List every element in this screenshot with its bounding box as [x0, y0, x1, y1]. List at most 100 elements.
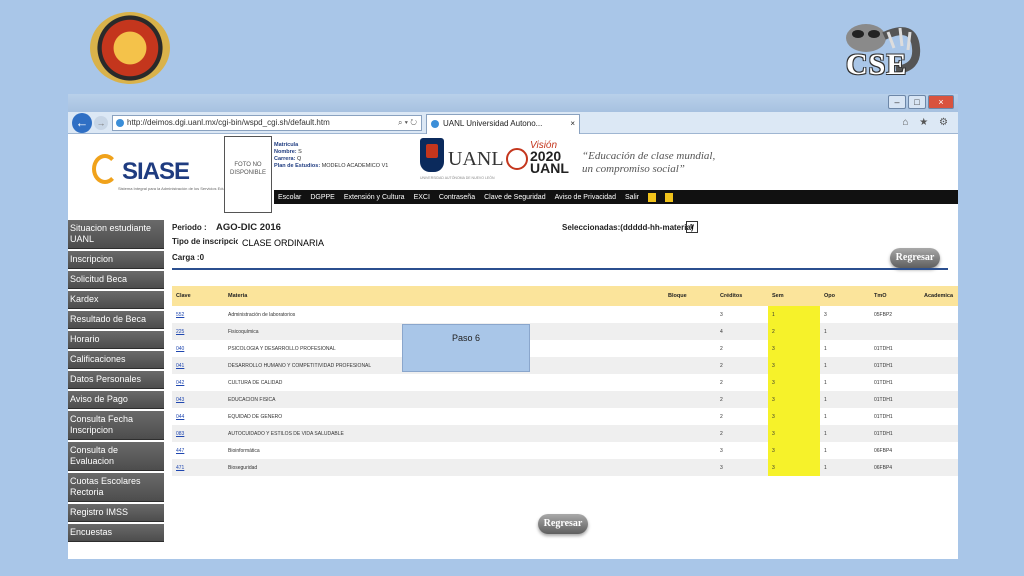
- siase-logo-subtitle: Sistema Integral para la Administración …: [118, 186, 238, 191]
- regresar-button-top[interactable]: Regresar: [890, 248, 940, 268]
- siase-s-icon: [92, 154, 118, 184]
- sidebar-item-calificaciones[interactable]: Calificaciones: [68, 351, 164, 369]
- tipo-inscripcion-label: Tipo de inscripcion: [172, 237, 238, 246]
- ie-icon: [116, 119, 124, 127]
- student-photo-placeholder: FOTO NO DISPONIBLE: [224, 136, 272, 213]
- sem-cell: 3: [768, 408, 820, 425]
- academica-cell: [920, 306, 958, 323]
- siase-logo: SIASE Sistema Integral para la Administr…: [92, 152, 237, 192]
- creditos-cell: 3: [716, 442, 768, 459]
- academica-cell: [920, 374, 958, 391]
- periodo-value: AGO-DIC 2016: [216, 222, 281, 233]
- clave-link[interactable]: 043: [172, 391, 224, 408]
- clave-link[interactable]: 552: [172, 306, 224, 323]
- address-bar[interactable]: http://deimos.dgi.uanl.mx/cgi-bin/wspd_c…: [112, 115, 422, 131]
- creditos-cell: 4: [716, 323, 768, 340]
- sidebar-item-horario[interactable]: Horario: [68, 331, 164, 349]
- sidebar-item-situacion-estudiante[interactable]: Situacion estudiante UANL: [68, 220, 164, 249]
- tab-close-icon[interactable]: ×: [570, 115, 575, 133]
- clave-link[interactable]: 447: [172, 442, 224, 459]
- menu-aviso-privacidad[interactable]: Aviso de Privacidad: [555, 194, 616, 201]
- creditos-cell: 2: [716, 374, 768, 391]
- sidebar-item-cuotas-escolares[interactable]: Cuotas Escolares Rectoria: [68, 473, 164, 502]
- clave-link[interactable]: 471: [172, 459, 224, 476]
- sidebar-item-registro-imss[interactable]: Registro IMSS: [68, 504, 164, 522]
- tab-ie-icon: [431, 120, 439, 128]
- materia-cell: Bioinformática: [224, 442, 664, 459]
- opo-cell: 1: [820, 357, 870, 374]
- maximize-button[interactable]: □: [908, 95, 926, 109]
- sem-cell: 3: [768, 374, 820, 391]
- tipo-inscripcion-value: CLASE ORDINARIA: [242, 238, 325, 248]
- table-row: 043 EDUCACION FISICA 2 3 1 01TDH1: [172, 391, 958, 408]
- sidebar-item-kardex[interactable]: Kardex: [68, 291, 164, 309]
- opo-cell: 1: [820, 391, 870, 408]
- clave-link[interactable]: 044: [172, 408, 224, 425]
- col-header-materia: Materia: [224, 286, 664, 306]
- sidebar-item-aviso-pago[interactable]: Aviso de Pago: [68, 391, 164, 409]
- sem-cell: 3: [768, 357, 820, 374]
- plan-label: Plan de Estudios:: [274, 163, 321, 169]
- materias-table: Clave Materia Bloque Créditos Sem Opo Tm…: [172, 286, 958, 476]
- menu-escolar[interactable]: Escolar: [278, 194, 301, 201]
- nombre-value: S: [298, 149, 302, 155]
- clave-link[interactable]: 040: [172, 340, 224, 357]
- menu-dgppe[interactable]: DGPPE: [310, 194, 335, 201]
- tmo-cell: 01TDH1: [870, 391, 920, 408]
- clave-link[interactable]: 225: [172, 323, 224, 340]
- address-url: http://deimos.dgi.uanl.mx/cgi-bin/wspd_c…: [127, 118, 330, 127]
- opo-cell: 1: [820, 425, 870, 442]
- browser-toolbar-icons[interactable]: ⌂ ★ ⚙: [902, 117, 952, 128]
- col-header-bloque: Bloque: [664, 286, 716, 306]
- menu-extension-cultura[interactable]: Extensión y Cultura: [344, 194, 405, 201]
- minimize-button[interactable]: –: [888, 95, 906, 109]
- opo-cell: 1: [820, 374, 870, 391]
- menu-exci[interactable]: EXCI: [414, 194, 430, 201]
- student-info: Matrícula Nombre: S Carrera: Q Plan de E…: [274, 142, 404, 176]
- col-header-opo: Opo: [820, 286, 870, 306]
- clave-link[interactable]: 041: [172, 357, 224, 374]
- university-crest-logo: [90, 12, 170, 84]
- creditos-cell: 3: [716, 306, 768, 323]
- vision-2020-logo: Visión 2020 UANL: [506, 140, 576, 184]
- main-content: Periodo : AGO-DIC 2016 Tipo de inscripci…: [172, 220, 958, 559]
- clave-link[interactable]: 042: [172, 374, 224, 391]
- address-tools-icon[interactable]: ⌕ ▾ ↻: [398, 116, 417, 130]
- menu-clave-seguridad[interactable]: Clave de Seguridad: [484, 194, 546, 201]
- menu-salir[interactable]: Salir: [625, 194, 639, 201]
- uanl-logo: UANL UNIVERSIDAD AUTÓNOMA DE NUEVO LEÓN: [420, 138, 504, 182]
- table-row: 083 AUTOCUIDADO Y ESTILOS DE VIDA SALUDA…: [172, 425, 958, 442]
- sidebar-item-datos-personales[interactable]: Datos Personales: [68, 371, 164, 389]
- col-header-academica: Academica: [920, 286, 958, 306]
- table-row: 041 DESARROLLO HUMANO Y COMPETITIVIDAD P…: [172, 357, 958, 374]
- clave-link[interactable]: 083: [172, 425, 224, 442]
- periodo-label: Periodo :: [172, 223, 207, 232]
- sidebar-item-resultado-beca[interactable]: Resultado de Beca: [68, 311, 164, 329]
- browser-navbar: ← → http://deimos.dgi.uanl.mx/cgi-bin/ws…: [68, 112, 958, 134]
- menu-contrasena[interactable]: Contraseña: [439, 194, 475, 201]
- academica-cell: [920, 357, 958, 374]
- back-arrow-icon[interactable]: ←: [72, 113, 92, 133]
- cse-logo-text: CSE: [846, 48, 908, 81]
- tmo-cell: 05FBP2: [870, 306, 920, 323]
- close-window-button[interactable]: ×: [928, 95, 954, 109]
- col-header-clave: Clave: [172, 286, 224, 306]
- sidebar-item-inscripcion[interactable]: Inscripcion: [68, 251, 164, 269]
- academica-cell: [920, 340, 958, 357]
- sidebar-item-encuestas[interactable]: Encuestas: [68, 524, 164, 542]
- academica-cell: [920, 323, 958, 340]
- browser-tab[interactable]: UANL Universidad Autono... ×: [426, 114, 580, 134]
- table-row: 042 CULTURA DE CALIDAD 2 3 1 01TDH1: [172, 374, 958, 391]
- divider-line: [172, 268, 948, 270]
- forward-arrow-icon[interactable]: →: [94, 116, 108, 130]
- menu-yellow-icon-2[interactable]: [664, 192, 673, 202]
- sidebar-item-consulta-fecha-inscripcion[interactable]: Consulta Fecha Inscripcion: [68, 411, 164, 440]
- materia-cell: AUTOCUIDADO Y ESTILOS DE VIDA SALUDABLE: [224, 425, 664, 442]
- bloque-cell: [664, 357, 716, 374]
- sidebar-item-solicitud-beca[interactable]: Solicitud Beca: [68, 271, 164, 289]
- sidebar-item-consulta-evaluacion[interactable]: Consulta de Evaluacion: [68, 442, 164, 471]
- seleccionadas-dropdown[interactable]: ∨: [686, 221, 698, 233]
- menu-yellow-icon-1[interactable]: [647, 192, 656, 202]
- regresar-button-bottom[interactable]: Regresar: [538, 514, 588, 534]
- col-header-creditos: Créditos: [716, 286, 768, 306]
